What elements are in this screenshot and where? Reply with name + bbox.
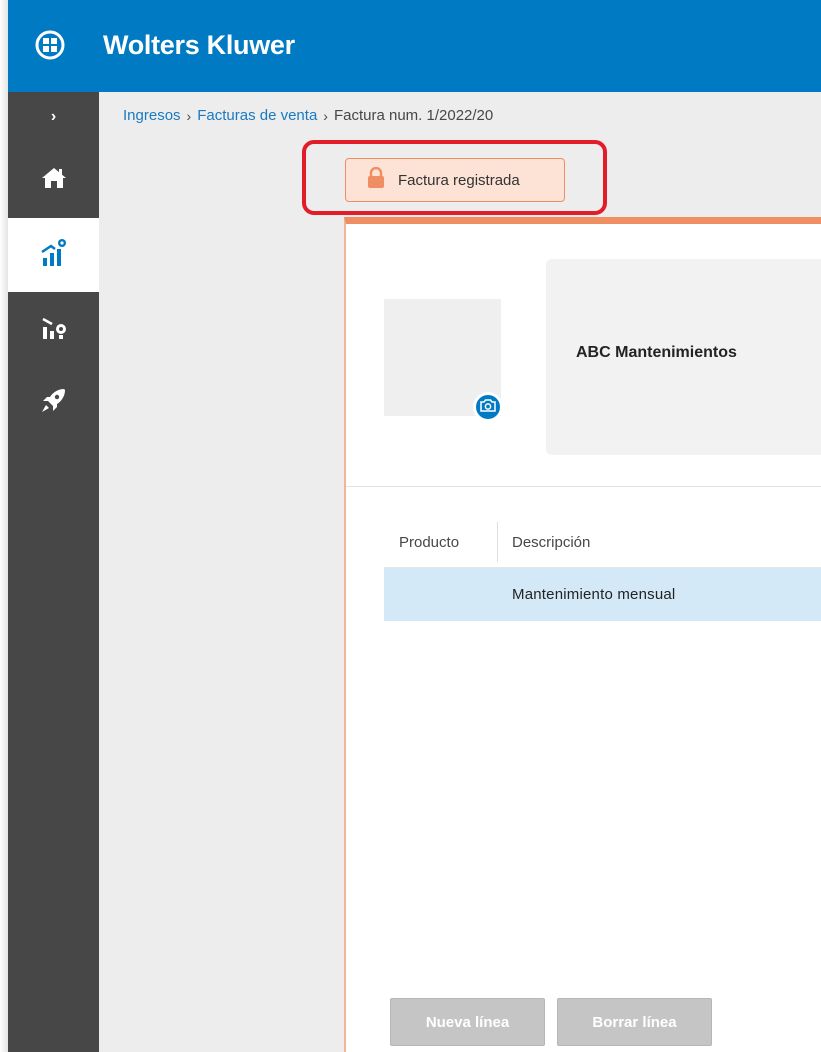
company-info-panel: ABC Mantenimientos [546,259,821,455]
app-title: Wolters Kluwer [103,30,295,60]
chevron-right-icon: › [50,107,57,125]
lock-icon [366,166,386,194]
expenses-chart-icon [40,313,68,346]
rocket-icon [40,386,68,419]
new-line-button[interactable]: Nueva línea [390,998,545,1046]
breadcrumb-bar: Ingresos › Facturas de venta › Factura n… [99,92,821,143]
status-label: Factura registrada [398,171,520,189]
delete-line-button[interactable]: Borrar línea [557,998,712,1046]
company-name: ABC Mantenimientos [576,344,737,361]
breadcrumb-ingresos[interactable]: Ingresos [123,107,181,124]
sidebar-item-gastos[interactable] [8,304,99,354]
column-header-descripcion[interactable]: Descripción [498,517,590,568]
sidebar-expand-button[interactable]: › [8,92,99,141]
sidebar-item-home[interactable] [8,158,99,202]
window-edge [0,0,8,1052]
column-header-producto[interactable]: Producto [384,522,498,562]
table-row[interactable]: Mantenimiento mensual [384,568,821,621]
breadcrumb-separator-icon: › [186,107,192,124]
home-icon [41,166,67,195]
camera-icon [480,398,496,417]
divider [346,486,821,487]
upload-logo-button[interactable] [473,392,503,422]
table-header: Producto Descripción [384,517,821,568]
invoice-lines-table: Producto Descripción Mantenimiento mensu… [384,517,821,621]
sidebar: › [8,92,99,1052]
breadcrumb-current-invoice: Factura num. 1/2022/20 [333,107,494,124]
sidebar-item-rocket[interactable] [8,377,99,427]
invoice-card: ABC Mantenimientos Producto Descripción … [344,217,821,1052]
breadcrumb-separator-icon: › [323,107,328,124]
app-header: Wolters Kluwer [8,0,821,92]
breadcrumb: Ingresos › Facturas de venta › Factura n… [123,107,493,124]
cell-description[interactable]: Mantenimiento mensual [498,586,675,603]
breadcrumb-facturas-de-venta[interactable]: Facturas de venta [197,107,317,124]
income-chart-icon [39,238,69,273]
sidebar-item-ingresos[interactable] [8,218,99,292]
wolters-kluwer-logo-icon [35,30,65,60]
status-badge: Factura registrada [345,158,565,202]
